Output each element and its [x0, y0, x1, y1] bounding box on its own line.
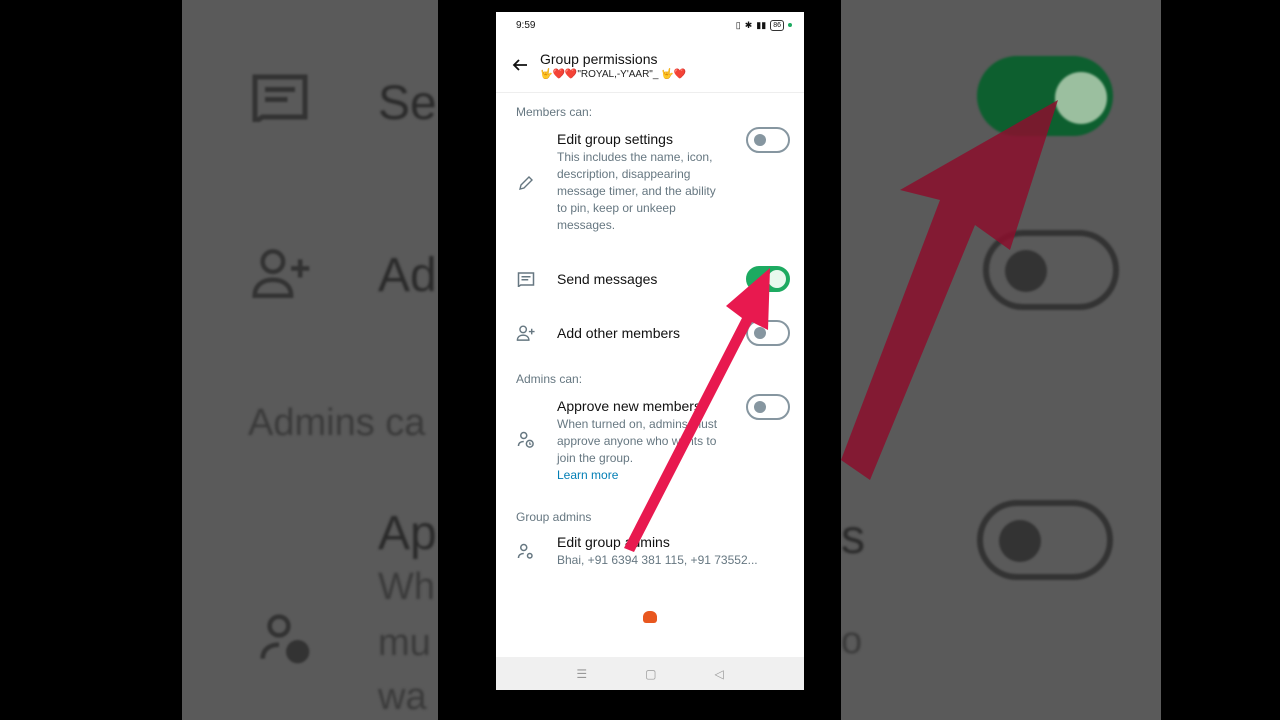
bg-text-o: o	[841, 620, 863, 662]
edit-group-admins-title: Edit group admins	[557, 534, 670, 550]
group-admins-list: Bhai, +91 6394 381 115, +91 73552...	[557, 553, 758, 567]
edit-group-settings-row[interactable]: Edit group settings This includes the na…	[496, 127, 804, 240]
bg-toggle-off	[983, 230, 1119, 310]
add-other-members-toggle[interactable]	[746, 320, 790, 346]
learn-more-link[interactable]: Learn more	[557, 468, 746, 482]
phone-screen: 9:59 ▯ ✱ ▮▮ 86 Group permissions 🤟❤️❤️"R…	[496, 12, 804, 690]
edit-group-settings-title: Edit group settings	[557, 131, 673, 147]
bluetooth-icon: ✱	[744, 19, 753, 30]
group-name: 🤟❤️❤️"ROYAL,-Y'AAR"_ 🤟❤️	[540, 68, 687, 80]
status-icons: ▯ ✱ ▮▮ 86	[735, 19, 792, 31]
approve-new-members-row[interactable]: Approve new members When turned on, admi…	[496, 394, 804, 488]
page-title: Group permissions	[540, 50, 658, 67]
approve-new-members-toggle[interactable]	[746, 394, 790, 420]
status-bar: 9:59 ▯ ✱ ▮▮ 86	[496, 12, 804, 38]
send-messages-title: Send messages	[557, 271, 658, 287]
approve-new-members-title: Approve new members	[557, 398, 701, 414]
back-nav-icon[interactable]: ◁	[714, 667, 723, 681]
bg-text-s: s	[841, 511, 865, 564]
members-section-label: Members can:	[516, 105, 593, 119]
add-person-icon	[516, 325, 536, 341]
system-nav-bar: ☰ ▢ ◁	[496, 657, 804, 690]
bg-text-approve: Ap	[378, 507, 437, 560]
menu-icon[interactable]: ☰	[576, 667, 587, 681]
send-messages-row[interactable]: Send messages	[496, 260, 804, 298]
bg-text-add: Ad	[378, 249, 437, 302]
add-person-icon	[252, 249, 310, 298]
floating-dot-icon	[643, 611, 657, 623]
back-button[interactable]	[508, 53, 532, 77]
bg-text-must: mu	[378, 622, 431, 664]
bg-text-send: Se	[378, 77, 437, 130]
arrow-left-icon	[512, 59, 527, 71]
charging-dot	[788, 23, 792, 27]
edit-group-admins-row[interactable]: Edit group admins Bhai, +91 6394 381 115…	[496, 532, 804, 575]
bg-toggle-on	[977, 56, 1113, 136]
add-other-members-row[interactable]: Add other members	[496, 314, 804, 352]
approve-new-members-desc: When turned on, admins must approve anyo…	[557, 417, 718, 465]
vibrate-icon: ▯	[735, 19, 741, 30]
background-zoom-left: Se Ad Admins ca Ap Wh mu wa	[182, 0, 438, 720]
battery-icon: 86	[770, 19, 784, 31]
admins-section-label: Admins can:	[516, 372, 583, 386]
group-admins-section-label: Group admins	[516, 510, 592, 524]
admin-clock-icon	[516, 431, 536, 449]
edit-group-settings-desc: This includes the name, icon, descriptio…	[557, 150, 716, 232]
bg-toggle-off	[977, 500, 1113, 580]
message-icon	[516, 271, 536, 287]
add-other-members-title: Add other members	[557, 325, 680, 341]
background-zoom-right: s o	[841, 0, 1161, 720]
admin-gear-icon	[516, 543, 536, 561]
message-icon	[252, 74, 308, 122]
bg-text-admins: Admins ca	[248, 402, 426, 444]
app-bar: Group permissions 🤟❤️❤️"ROYAL,-Y'AAR"_ 🤟…	[496, 38, 804, 92]
status-time: 9:59	[516, 19, 536, 31]
pencil-icon	[516, 174, 536, 192]
admin-clock-icon	[260, 614, 310, 664]
bg-text-when: Wh	[378, 566, 435, 608]
edit-group-settings-toggle[interactable]	[746, 127, 790, 153]
send-messages-toggle[interactable]	[746, 266, 790, 292]
signal-icon: ▮▮	[756, 19, 767, 30]
bg-text-wants: wa	[378, 676, 427, 718]
home-icon[interactable]: ▢	[645, 667, 656, 681]
